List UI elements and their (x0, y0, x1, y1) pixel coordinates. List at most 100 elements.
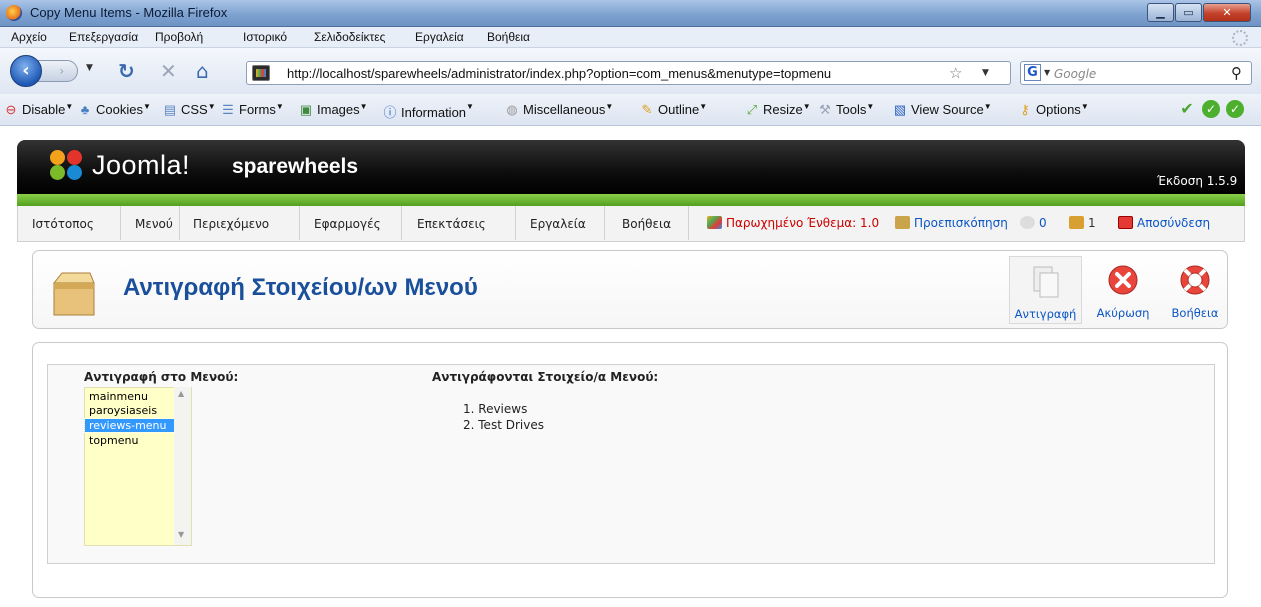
dev-css[interactable]: ▤ CSS▼ (163, 102, 216, 118)
dev-view-source[interactable]: ▧ View Source▼ (893, 102, 992, 118)
url-bar[interactable]: http://localhost/sparewheels/administrat… (246, 61, 1011, 85)
back-button[interactable]: ‹ (10, 55, 42, 87)
url-dropdown-icon[interactable]: ▼ (982, 68, 989, 78)
logout-link[interactable]: Αποσύνδεση (1118, 216, 1210, 230)
options-icon: ⚷ (1020, 102, 1030, 117)
throbber-icon (1232, 30, 1248, 46)
google-engine-icon[interactable]: G (1024, 64, 1041, 81)
menu-tools[interactable]: Εργαλεία (415, 30, 464, 44)
forms-icon: ☰ (222, 102, 234, 117)
list-item: 1. Reviews (463, 402, 528, 416)
maximize-button[interactable]: ▭ (1175, 3, 1202, 22)
scroll-down-icon[interactable]: ▼ (178, 530, 184, 539)
preview-icon (895, 216, 910, 229)
menu-separator (299, 206, 300, 240)
cancel-button[interactable]: Ακύρωση (1088, 256, 1158, 324)
legacy-icon (707, 216, 722, 229)
copy-label: Αντιγραφή (1014, 307, 1077, 321)
dev-options[interactable]: ⚷ Options▼ (1018, 102, 1089, 118)
view-source-icon: ▧ (893, 102, 907, 117)
menu-option-paroysiaseis[interactable]: paroysiaseis (85, 404, 175, 417)
close-button[interactable]: ✕ (1203, 3, 1251, 22)
dev-outline[interactable]: ✎ Outline▼ (640, 102, 708, 118)
dev-miscellaneous[interactable]: ◍ Miscellaneous▼ (505, 102, 613, 118)
users-icon (1069, 216, 1084, 229)
menu-file[interactable]: Αρχείο (11, 30, 47, 44)
menu-separator (179, 206, 180, 240)
cookies-icon: ♣ (80, 102, 90, 117)
dev-images[interactable]: ▣ Images▼ (299, 102, 368, 118)
search-icon[interactable]: ⚲ (1231, 64, 1242, 82)
images-icon: ▣ (299, 102, 313, 117)
menu-edit[interactable]: Επεξεργασία (69, 30, 138, 44)
firefox-icon (6, 5, 22, 21)
menu-separator (515, 206, 516, 240)
admin-menu-site[interactable]: Ιστότοπος (32, 217, 94, 231)
html-valid-icon[interactable]: ✓ (1202, 100, 1220, 118)
preview-link[interactable]: Προεπισκόπηση (895, 216, 1008, 230)
validation-check-icon[interactable]: ✔ (1178, 100, 1196, 118)
admin-menu-menus[interactable]: Μενού (135, 217, 173, 231)
admin-menu-extensions[interactable]: Επεκτάσεις (417, 217, 486, 231)
css-valid-icon[interactable]: ✓ (1226, 100, 1244, 118)
copy-button[interactable]: Αντιγραφή (1009, 256, 1082, 324)
list-item: 2. Test Drives (463, 418, 544, 432)
search-input[interactable]: Google (1054, 67, 1096, 81)
joomla-header (17, 140, 1245, 194)
menu-bookmarks[interactable]: Σελιδοδείκτες (314, 30, 385, 44)
css-icon: ▤ (163, 102, 177, 117)
menu-option-topmenu[interactable]: topmenu (85, 434, 175, 447)
dev-resize[interactable]: ⤢ Resize▼ (745, 102, 811, 118)
help-lifebuoy-icon (1180, 265, 1210, 295)
admin-menu-components[interactable]: Εφαρμογές (314, 217, 381, 231)
disable-icon: ⊖ (5, 102, 17, 117)
legacy-status: Παρωχημένο Ένθεμα: 1.0 (707, 216, 879, 230)
web-developer-toolbar: ⊖ Disable▼ ♣ Cookies▼ ▤ CSS▼ ☰ Forms▼ ▣ Image… (0, 94, 1261, 126)
list-scrollbar[interactable]: ▲ ▼ (174, 387, 191, 545)
messages-icon (1020, 216, 1035, 229)
forward-button[interactable]: › (38, 60, 78, 82)
dev-tools[interactable]: ⚒ Tools▼ (818, 102, 874, 118)
copy-form (47, 364, 1215, 564)
scroll-up-icon[interactable]: ▲ (178, 389, 184, 398)
dev-forms[interactable]: ☰ Forms▼ (221, 102, 284, 118)
help-button[interactable]: Βοήθεια (1163, 256, 1227, 324)
admin-menubar: Ιστότοπος Μενού Περιεχόμενο Εφαρμογές Επ… (17, 206, 1245, 242)
users-online: 1 (1069, 216, 1096, 230)
minimize-button[interactable]: ▁ (1147, 3, 1174, 22)
dev-cookies[interactable]: ♣ Cookies▼ (78, 102, 151, 117)
menu-view[interactable]: Προβολή (155, 30, 203, 44)
home-icon[interactable]: ⌂ (196, 60, 209, 82)
admin-menu-content[interactable]: Περιεχόμενο (193, 217, 269, 231)
bookmark-star-icon[interactable]: ☆ (949, 64, 962, 82)
menu-separator (688, 206, 689, 240)
messages-link[interactable]: 0 (1020, 216, 1047, 230)
url-text[interactable]: http://localhost/sparewheels/administrat… (287, 66, 831, 81)
copy-to-menu-label: Αντιγραφή στο Μενού: (84, 370, 239, 384)
admin-menu-help[interactable]: Βοήθεια (622, 217, 671, 231)
dev-information[interactable]: ⓘ Information▼ (383, 102, 473, 121)
window-title: Copy Menu Items - Mozilla Firefox (30, 5, 228, 20)
information-icon: ⓘ (383, 105, 397, 120)
menu-option-mainmenu[interactable]: mainmenu (85, 390, 175, 403)
navigation-toolbar: › ‹ ▼ ↻ ✕ ⌂ http://localhost/sparewheels… (0, 48, 1261, 94)
outline-icon: ✎ (641, 102, 653, 117)
stop-icon[interactable]: ✕ (160, 60, 177, 82)
browser-menubar: Αρχείο Επεξεργασία Προβολή Ιστορικό Σελι… (0, 27, 1261, 48)
menu-separator (604, 206, 605, 240)
admin-menu-tools[interactable]: Εργαλεία (530, 217, 586, 231)
engine-dropdown-icon[interactable]: ▼ (1044, 68, 1050, 77)
history-dropdown-icon[interactable]: ▼ (86, 63, 93, 73)
window-titlebar: Copy Menu Items - Mozilla Firefox ▁ ▭ ✕ (0, 0, 1261, 27)
copy-box-icon (52, 272, 95, 316)
resize-icon: ⤢ (746, 102, 758, 117)
version-label: Έκδοση 1.5.9 (1157, 174, 1238, 188)
search-bar[interactable]: G ▼ Google ⚲ (1020, 61, 1252, 85)
menu-option-reviews-menu[interactable]: reviews-menu (84, 418, 176, 433)
dev-disable[interactable]: ⊖ Disable▼ (4, 102, 74, 118)
reload-icon[interactable]: ↻ (118, 60, 135, 82)
site-name: sparewheels (232, 155, 359, 178)
menu-history[interactable]: Ιστορικό (243, 30, 287, 44)
cancel-label: Ακύρωση (1096, 306, 1150, 320)
menu-help[interactable]: Βοήθεια (487, 30, 530, 44)
